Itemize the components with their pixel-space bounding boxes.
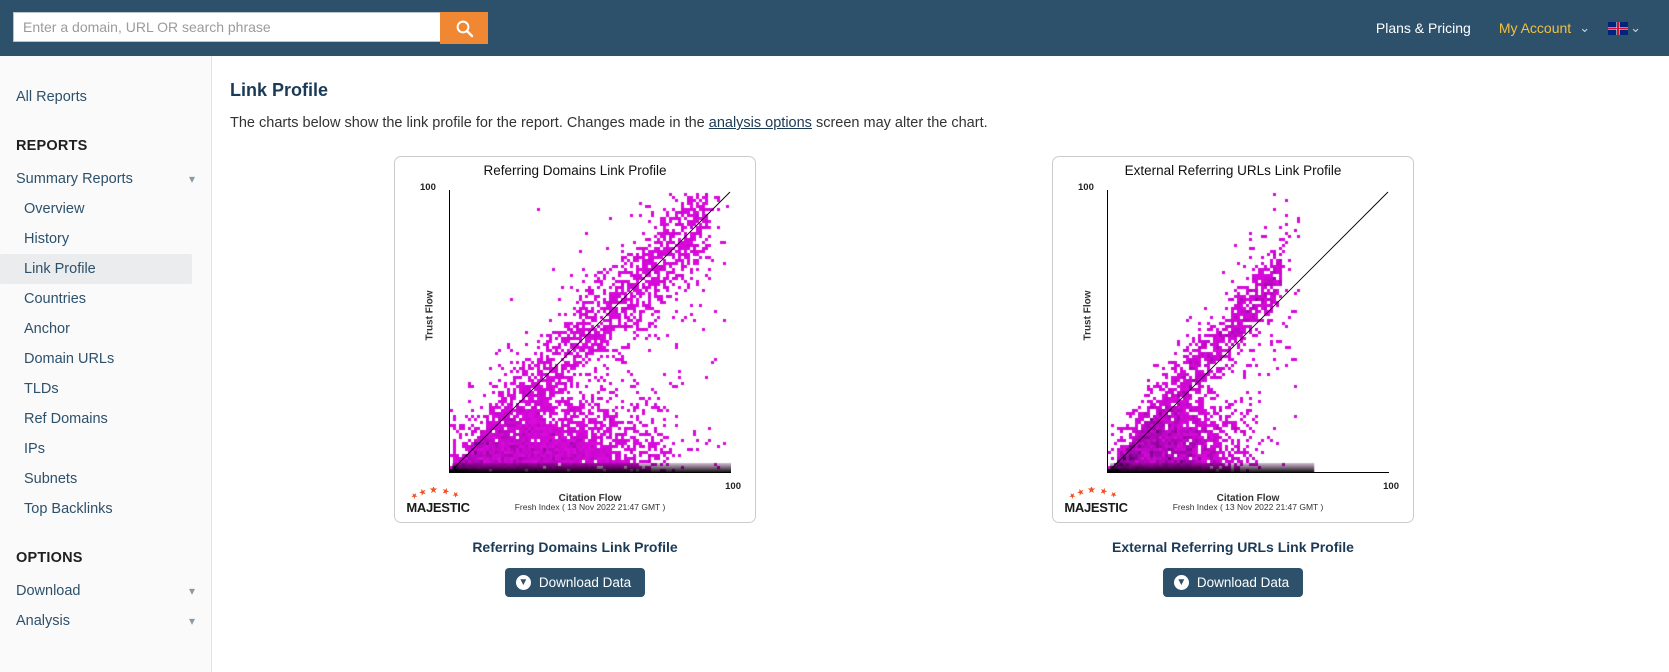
scatter-plot-canvas [1108,190,1389,472]
chevron-down-icon-language[interactable]: ⌄ [1628,0,1651,56]
sidebar-item-subnets[interactable]: Subnets [0,464,192,494]
sidebar-item-ref-domains[interactable]: Ref Domains [0,404,192,434]
y-axis-label: Trust Flow [1083,291,1094,341]
majestic-stars-icon: ★ ★ ★ ★ ★ [403,487,473,500]
page-description-pre: The charts below show the link profile f… [230,115,709,131]
main-content: Link Profile The charts below show the l… [213,56,1669,672]
y-axis-tick-100: 100 [420,182,436,193]
x-axis-tick-100: 100 [1383,481,1399,492]
sidebar: All Reports REPORTS Summary Reports ▾ Ov… [0,56,212,672]
x-axis-tick-100: 100 [725,481,741,492]
fresh-index-label: Fresh Index ( 13 Nov 2022 21:47 GMT ) [1107,502,1389,512]
sidebar-group-label: Summary Reports [16,171,133,187]
svg-text:★: ★ [429,487,438,496]
svg-text:★: ★ [450,489,461,500]
page-description-post: screen may alter the chart. [812,115,988,131]
sidebar-item-ips[interactable]: IPs [0,434,192,464]
svg-text:★: ★ [1098,487,1109,497]
sidebar-item-domain-urls[interactable]: Domain URLs [0,344,192,374]
page-title: Link Profile [230,80,1645,101]
chevron-down-icon-account[interactable]: ⌄ [1577,0,1600,56]
sidebar-group-label-download: Download [16,583,81,599]
chart-card-external-referring-urls: External Referring URLs Link Profile 100… [1052,156,1414,523]
download-button-label: Download Data [539,575,631,590]
sidebar-item-anchor[interactable]: Anchor [0,314,192,344]
download-icon: ▼ [1174,575,1189,590]
chevron-down-icon-analysis: ▾ [189,614,195,628]
sidebar-group-summary-reports[interactable]: Summary Reports ▾ [0,164,211,194]
fresh-index-label: Fresh Index ( 13 Nov 2022 21:47 GMT ) [449,502,731,512]
sidebar-item-tlds[interactable]: TLDs [0,374,192,404]
download-data-button-referring-domains[interactable]: ▼ Download Data [505,568,645,597]
plot-area-external-referring-urls: 100 100 Trust Flow Citation Flow [1107,190,1389,473]
top-navigation: Plans & Pricing My Account ⌄ ⌄ [1362,0,1669,56]
y-axis-label: Trust Flow [425,291,436,341]
sidebar-item-all-reports[interactable]: All Reports [0,82,211,112]
download-button-label: Download Data [1197,575,1289,590]
sidebar-item-countries[interactable]: Countries [0,284,192,314]
sidebar-item-overview[interactable]: Overview [0,194,192,224]
sidebar-item-link-profile[interactable]: Link Profile [0,254,192,284]
uk-flag-icon[interactable] [1608,22,1628,35]
charts-row: Referring Domains Link Profile 100 100 T… [230,156,1645,576]
download-icon: ▼ [516,575,531,590]
chart-column-referring-domains: Referring Domains Link Profile 100 100 T… [394,156,756,597]
scatter-plot-canvas [450,190,731,472]
search-icon [455,19,474,38]
download-data-button-external-referring-urls[interactable]: ▼ Download Data [1163,568,1303,597]
nav-plans-pricing[interactable]: Plans & Pricing [1362,0,1485,56]
search-input[interactable] [13,12,440,42]
chart-card-referring-domains: Referring Domains Link Profile 100 100 T… [394,156,756,523]
page-description: The charts below show the link profile f… [230,115,1645,131]
top-bar: Plans & Pricing My Account ⌄ ⌄ [0,0,1669,56]
svg-text:★: ★ [440,487,451,497]
x-axis [449,472,731,473]
svg-text:★: ★ [1087,487,1096,496]
y-axis-tick-100: 100 [1078,182,1094,193]
sidebar-heading-reports: REPORTS [0,138,211,154]
sidebar-group-label-analysis: Analysis [16,613,70,629]
chart-title-external-referring-urls: External Referring URLs Link Profile [1053,157,1413,178]
sidebar-group-download[interactable]: Download ▾ [0,576,211,606]
sidebar-group-analysis[interactable]: Analysis ▾ [0,606,211,636]
search-bar [13,12,488,44]
majestic-stars-icon: ★ ★ ★ ★ ★ [1061,487,1131,500]
svg-text:★: ★ [1108,489,1119,500]
plot-area-referring-domains: 100 100 Trust Flow Citation Flow [449,190,731,473]
chart-caption-referring-domains: Referring Domains Link Profile [394,539,756,555]
sidebar-item-top-backlinks[interactable]: Top Backlinks [0,494,192,524]
chart-title-referring-domains: Referring Domains Link Profile [395,157,755,178]
chevron-down-icon-download: ▾ [189,584,195,598]
chart-column-external-referring-urls: External Referring URLs Link Profile 100… [1052,156,1414,597]
chart-caption-external-referring-urls: External Referring URLs Link Profile [1052,539,1414,555]
x-axis [1107,472,1389,473]
sidebar-item-history[interactable]: History [0,224,192,254]
search-button[interactable] [440,12,488,44]
analysis-options-link[interactable]: analysis options [709,115,812,131]
chevron-down-icon-summary-reports: ▾ [189,172,195,186]
nav-my-account[interactable]: My Account [1485,0,1577,56]
sidebar-heading-options: OPTIONS [0,550,211,566]
